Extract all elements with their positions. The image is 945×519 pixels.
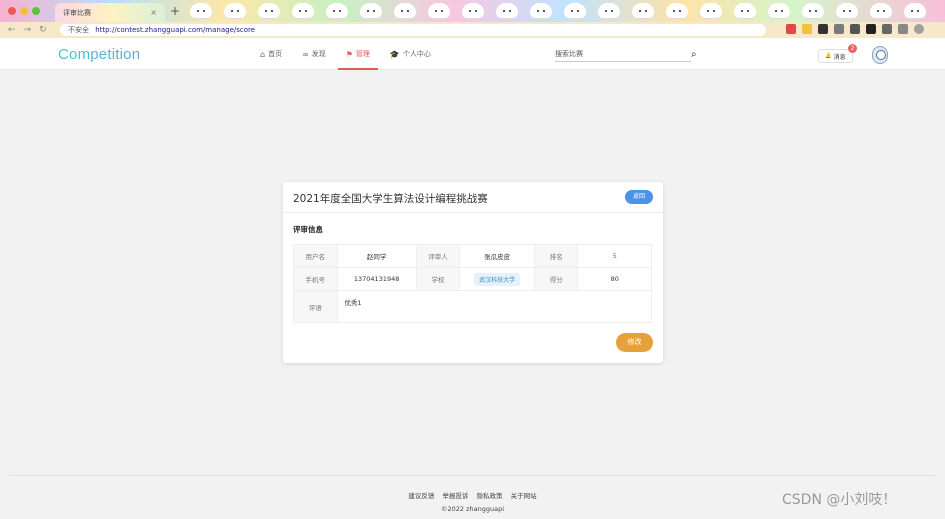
reviewer-label: 评审人	[415, 244, 461, 268]
extension-icon[interactable]	[834, 24, 844, 34]
cloud-decoration	[462, 3, 484, 18]
section-title: 评审信息	[293, 225, 323, 234]
cloud-decoration	[428, 3, 450, 18]
top-navigation: ⌂ 首页 ∞ 发现 ⚑ 管理 🎓 个人中心	[252, 38, 443, 70]
rank-label: 排名	[533, 244, 579, 268]
reload-icon[interactable]: ↻	[39, 25, 47, 35]
nav-item-label: 首页	[268, 50, 283, 58]
table-row: 评语 优秀1	[293, 290, 653, 323]
bell-icon: 🔔	[825, 53, 832, 59]
extension-icon[interactable]	[882, 24, 892, 34]
footer-divider	[10, 475, 935, 476]
footer-link-report[interactable]: 举报投诉	[442, 492, 468, 500]
maximize-window-icon[interactable]	[32, 7, 40, 15]
search-icon[interactable]: ⌕	[691, 49, 697, 60]
infinity-icon: ∞	[302, 49, 309, 59]
cloud-decoration	[224, 3, 246, 18]
comment-label: 评语	[293, 290, 338, 323]
flag-icon: ⚑	[345, 49, 353, 59]
school-cell: 武汉科技大学	[459, 267, 535, 291]
extension-icon[interactable]	[802, 24, 812, 34]
extension-icon[interactable]	[850, 24, 860, 34]
cloud-decoration	[394, 3, 416, 18]
back-arrow-icon[interactable]: ←	[8, 25, 16, 35]
extension-icon[interactable]	[866, 24, 876, 34]
cloud-decoration	[666, 3, 688, 18]
card-header: 2021年度全国大学生算法设计编程挑战赛 返回	[283, 182, 663, 213]
nav-item-profile[interactable]: 🎓 个人中心	[382, 38, 439, 70]
review-info-table: 用户名 赵同学 评审人 张瓜皮皮 排名 5 手机号 13704131948 学校…	[293, 244, 653, 323]
extension-icon[interactable]	[786, 24, 796, 34]
cloud-decoration	[904, 3, 926, 18]
browser-tab-bar: 评审比赛 × +	[0, 0, 945, 22]
close-window-icon[interactable]	[8, 7, 16, 15]
cloud-decoration	[870, 3, 892, 18]
cloud-decoration	[632, 3, 654, 18]
search-input[interactable]: 搜索比赛	[555, 47, 691, 62]
comment-value: 优秀1	[336, 290, 653, 323]
reviewer-value: 张瓜皮皮	[459, 244, 535, 268]
cloud-decoration	[836, 3, 858, 18]
cloud-decoration	[734, 3, 756, 18]
cloud-decoration	[496, 3, 518, 18]
graduation-cap-icon: 🎓	[389, 49, 400, 59]
review-card: 2021年度全国大学生算法设计编程挑战赛 返回 评审信息 用户名 赵同学 评审人…	[283, 182, 663, 363]
footer-link-privacy[interactable]: 隐私政策	[477, 492, 503, 500]
table-row: 手机号 13704131948 学校 武汉科技大学 得分 80	[293, 267, 652, 291]
cloud-decoration	[190, 3, 212, 18]
footer-link-about[interactable]: 关于网站	[511, 492, 537, 500]
nav-item-home[interactable]: ⌂ 首页	[252, 38, 290, 70]
url-text: http://contest.zhangguapi.com/manage/sco…	[95, 26, 256, 34]
cloud-decoration	[598, 3, 620, 18]
browser-tab-active[interactable]: 评审比赛 ×	[55, 3, 165, 22]
table-row: 用户名 赵同学 评审人 张瓜皮皮 排名 5	[293, 244, 652, 268]
site-header: Competition ⌂ 首页 ∞ 发现 ⚑ 管理 🎓 个人中心 搜索比赛 ⌕…	[0, 38, 945, 70]
cloud-decoration	[292, 3, 314, 18]
score-label: 得分	[533, 267, 579, 291]
username-label: 用户名	[293, 244, 338, 268]
extension-icon[interactable]	[898, 24, 908, 34]
cloud-decoration	[700, 3, 722, 18]
nav-item-label: 管理	[355, 50, 370, 58]
school-tag: 武汉科技大学	[474, 272, 521, 286]
cloud-decoration	[258, 3, 280, 18]
school-label: 学校	[415, 267, 461, 291]
nav-item-manage[interactable]: ⚑ 管理	[337, 38, 379, 70]
home-icon: ⌂	[260, 49, 266, 59]
minimize-window-icon[interactable]	[20, 7, 28, 15]
profile-icon[interactable]	[914, 24, 924, 34]
tab-close-icon[interactable]: ×	[150, 8, 157, 17]
rank-value: 5	[577, 244, 652, 268]
browser-tab-title: 评审比赛	[63, 8, 91, 17]
extension-icon[interactable]	[818, 24, 828, 34]
score-value: 80	[577, 267, 652, 291]
new-tab-icon[interactable]: +	[170, 4, 180, 18]
cloud-decoration	[530, 3, 552, 18]
messages-label: 消息	[833, 53, 846, 61]
nav-item-discover[interactable]: ∞ 发现	[294, 38, 334, 70]
cloud-decoration	[564, 3, 586, 18]
username-value: 赵同学	[336, 244, 417, 268]
edit-button[interactable]: 修改	[616, 333, 653, 352]
phone-label: 手机号	[293, 267, 338, 291]
competition-title: 2021年度全国大学生算法设计编程挑战赛	[293, 193, 488, 205]
message-count-badge: 2	[848, 44, 857, 53]
nav-item-label: 个人中心	[402, 50, 431, 58]
footer-link-feedback[interactable]: 建议反馈	[408, 492, 434, 500]
cloud-decoration	[360, 3, 382, 18]
phone-value: 13704131948	[336, 267, 417, 291]
address-bar[interactable]: 不安全 http://contest.zhangguapi.com/manage…	[60, 24, 766, 36]
cloud-decoration	[326, 3, 348, 18]
cloud-decoration	[768, 3, 790, 18]
back-button[interactable]: 返回	[625, 190, 653, 204]
cloud-decoration	[802, 3, 824, 18]
user-avatar[interactable]	[872, 46, 888, 64]
nav-item-label: 发现	[311, 50, 326, 58]
messages-button[interactable]: 🔔 消息	[818, 49, 853, 63]
forward-arrow-icon[interactable]: →	[24, 25, 32, 35]
site-logo[interactable]: Competition	[58, 46, 140, 63]
watermark: CSDN @小刘吱！	[782, 492, 897, 508]
insecure-label: 不安全	[68, 26, 89, 34]
